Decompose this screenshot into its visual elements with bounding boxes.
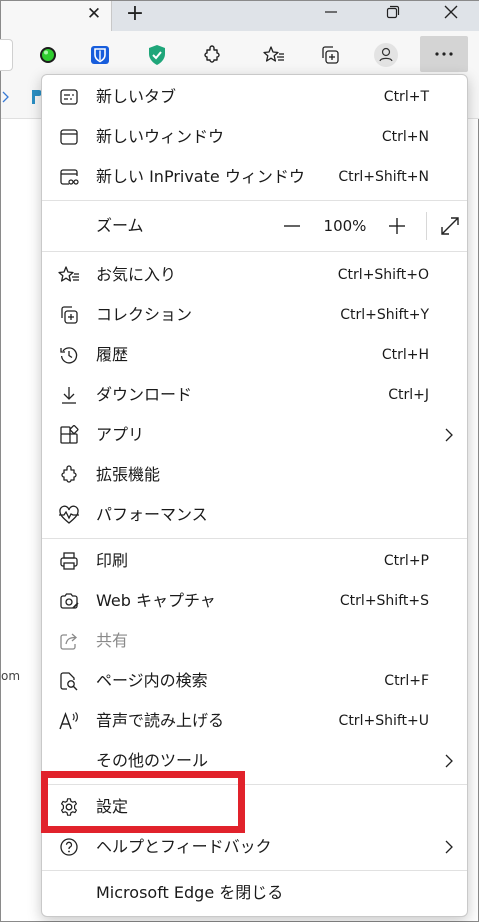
tab-close-icon[interactable]: ✕ [85,5,103,23]
menu-item-print[interactable]: 印刷 Ctrl+P [42,541,467,581]
browser-toolbar [0,31,479,79]
highlight-annotation [41,771,245,833]
performance-heart-icon [58,504,80,526]
favorites-icon[interactable] [259,40,289,70]
menu-item-collections[interactable]: コレクション Ctrl+Shift+Y [42,295,467,335]
menu-item-label: ヘルプとフィードバック [96,837,272,856]
more-icon[interactable] [420,36,468,72]
inprivate-icon [58,166,80,188]
extensions-icon [58,464,80,486]
menu-item-shortcut: Ctrl+Shift+S [339,593,429,609]
menu-separator [42,538,467,539]
menu-item-find-on-page[interactable]: ページ内の検索 Ctrl+F [42,661,467,701]
menu-item-downloads[interactable]: ダウンロード Ctrl+J [42,375,467,415]
menu-item-history[interactable]: 履歴 Ctrl+H [42,335,467,375]
fullscreen-icon[interactable] [439,215,461,237]
chevron-right-icon [441,839,457,855]
menu-item-label: 新しいタブ [96,87,177,106]
menu-item-close-edge[interactable]: Microsoft Edge を閉じる [42,873,467,913]
menu-item-label: ズーム [96,216,144,235]
read-aloud-icon [58,710,80,732]
menu-item-shortcut: Ctrl+Shift+O [337,267,429,283]
menu-item-label: 新しい InPrivate ウィンドウ [96,167,305,186]
menu-item-label: アプリ [96,425,145,444]
chevron-right-icon [441,753,457,769]
menu-item-apps[interactable]: アプリ [42,415,467,455]
page-partial-text: om [1,669,21,683]
menu-item-label: 共有 [96,631,129,650]
menu-separator [42,251,467,252]
chevron-right-icon [441,427,457,443]
extensions-icon[interactable] [197,40,227,70]
menu-item-new-tab[interactable]: 新しいタブ Ctrl+T [42,77,467,117]
collections-icon [58,304,80,326]
menu-item-performance[interactable]: パフォーマンス [42,495,467,535]
menu-item-favorites[interactable]: お気に入り Ctrl+Shift+O [42,255,467,295]
help-icon [58,836,80,858]
menu-item-share: 共有 [42,621,467,661]
menu-item-shortcut: Ctrl+H [381,347,429,363]
menu-item-web-capture[interactable]: Web キャプチャ Ctrl+Shift+S [42,581,467,621]
collections-icon[interactable] [315,40,345,70]
menu-item-label: Web キャプチャ [96,591,216,610]
menu-item-new-inprivate-window[interactable]: 新しい InPrivate ウィンドウ Ctrl+Shift+N [42,157,467,197]
share-icon [58,630,80,652]
web-capture-icon [58,590,80,612]
menu-separator [42,200,467,201]
menu-item-shortcut: Ctrl+T [383,89,429,105]
restore-icon[interactable] [381,3,405,25]
menu-item-zoom: ズーム 100% [42,206,467,246]
zoom-divider [426,212,427,240]
menu-item-shortcut: Ctrl+Shift+Y [340,307,429,323]
green-circle-icon[interactable] [33,40,63,70]
zoom-level: 100% [323,217,367,235]
menu-item-label: ページ内の検索 [96,671,208,690]
address-bar[interactable] [0,39,13,71]
bitwarden-icon[interactable] [85,40,115,70]
shield-check-icon[interactable] [142,40,172,70]
find-on-page-icon [58,670,80,692]
minimize-icon[interactable] [319,3,343,25]
menu-item-shortcut: Ctrl+F [384,673,429,689]
new-tab-icon[interactable]: + [125,3,145,25]
menu-item-label: 履歴 [96,345,129,364]
new-tab-icon [58,86,80,108]
menu-item-read-aloud[interactable]: 音声で読み上げる Ctrl+Shift+U [42,701,467,741]
title-bar: ✕ + [1,1,479,31]
menu-item-label: パフォーマンス [96,505,208,524]
menu-item-shortcut: Ctrl+N [381,129,429,145]
menu-item-label: 新しいウィンドウ [96,127,225,146]
close-window-icon[interactable] [439,3,463,25]
apps-icon [58,424,80,446]
menu-item-shortcut: Ctrl+Shift+U [338,713,429,729]
chevron-right-icon[interactable] [1,89,11,108]
menu-item-shortcut: Ctrl+J [388,387,429,403]
menu-item-label: お気に入り [96,265,177,284]
window-icon [58,126,80,148]
menu-item-label: 印刷 [96,551,129,570]
active-tab[interactable]: ✕ [1,1,112,31]
history-icon [58,344,80,366]
download-icon [58,384,80,406]
menu-item-help-and-feedback[interactable]: ヘルプとフィードバック [42,827,467,867]
menu-item-label: 拡張機能 [96,465,161,484]
menu-item-label: 音声で読み上げる [96,711,225,730]
menu-item-shortcut: Ctrl+Shift+N [338,169,429,185]
zoom-in-icon[interactable] [385,214,409,238]
print-icon [58,550,80,572]
favorites-icon [58,264,80,286]
profile-icon[interactable] [371,40,401,70]
menu-item-label: Microsoft Edge を閉じる [96,883,284,902]
menu-item-label: コレクション [96,305,193,324]
menu-item-new-window[interactable]: 新しいウィンドウ Ctrl+N [42,117,467,157]
menu-item-extensions[interactable]: 拡張機能 [42,455,467,495]
menu-item-label: ダウンロード [96,385,193,404]
zoom-out-icon[interactable] [280,214,304,238]
menu-item-shortcut: Ctrl+P [383,553,429,569]
menu-separator [42,870,467,871]
